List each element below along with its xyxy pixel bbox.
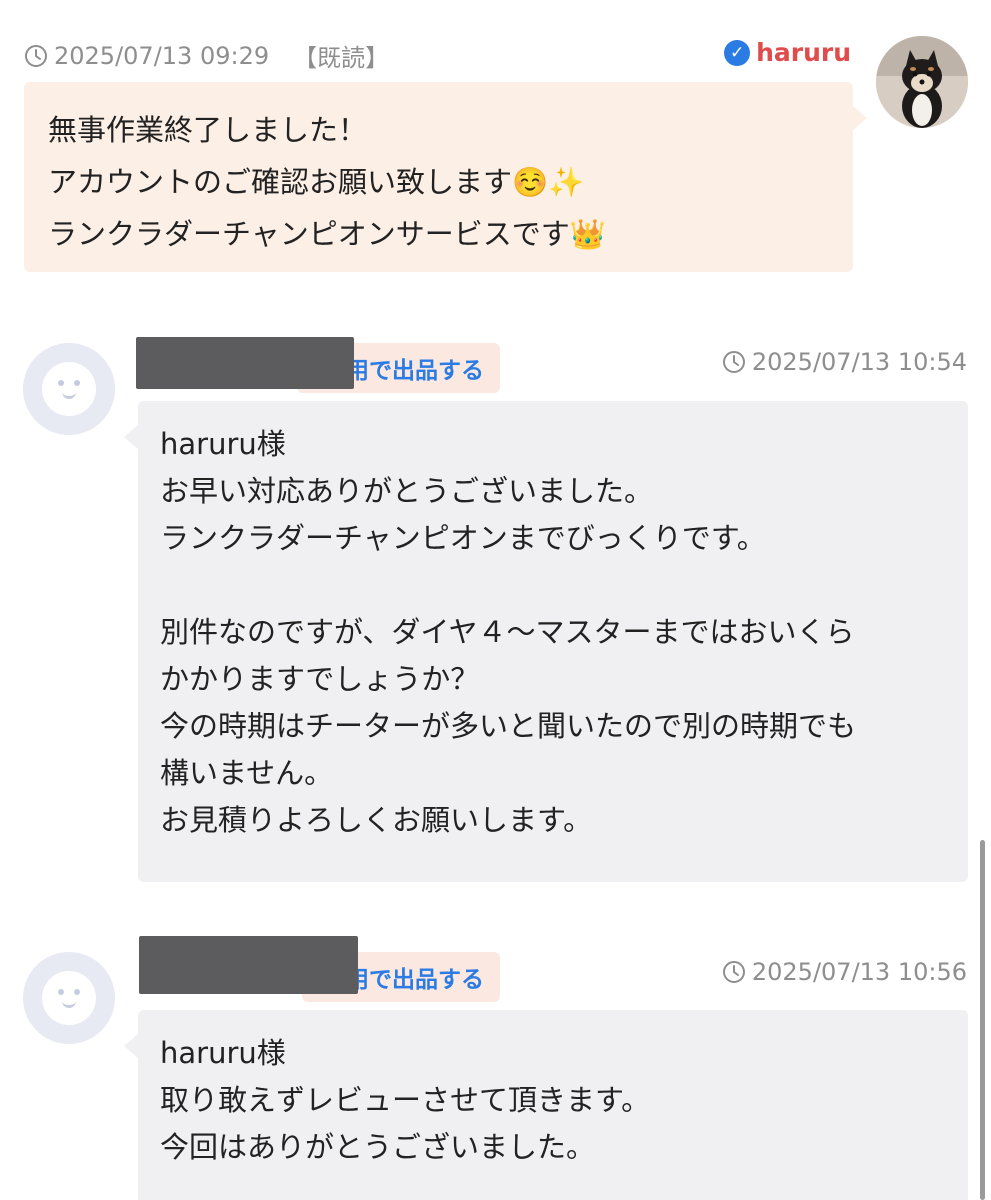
message-bubble: haruru様 取り敢えずレビューさせて頂きます。 今回はありがとうございました… xyxy=(124,1010,968,1200)
message-line: ランクラダーチャンピオンまでびっくりです。 xyxy=(160,521,766,555)
message-line: 無事作業終了しました！ xyxy=(48,113,368,147)
default-avatar-icon xyxy=(42,362,96,416)
clock-icon xyxy=(722,961,745,983)
avatar[interactable] xyxy=(876,36,968,128)
message-meta: 2025/07/13 09:29 【既読】 xyxy=(24,38,389,73)
message-timestamp: 2025/07/13 10:54 xyxy=(751,348,967,376)
default-avatar-icon xyxy=(42,971,96,1025)
message-timestamp: 2025/07/13 09:29 xyxy=(54,41,270,70)
message-line: 今の時期はチーターが多いと聞いたので別の時期でも xyxy=(160,709,857,743)
clock-icon xyxy=(722,351,745,373)
message-bubble: haruru様 お早い対応ありがとうございました。 ランクラダーチャンピオンまで… xyxy=(124,401,968,882)
redacted-username xyxy=(139,936,358,994)
avatar[interactable] xyxy=(23,343,115,435)
message-line: アカウントのご確認お願い致します☺️✨ xyxy=(48,165,585,199)
message-line: haruru様 xyxy=(160,427,286,461)
read-status: 【既読】 xyxy=(293,44,390,72)
shiba-dog-photo xyxy=(876,36,968,128)
message-line: 別件なのですが、ダイヤ４〜マスターまではおいくら xyxy=(160,615,855,649)
message-line: haruru様 xyxy=(160,1036,286,1070)
message-meta: 2025/07/13 10:54 xyxy=(722,348,967,376)
message-line xyxy=(160,562,946,609)
redacted-username xyxy=(136,337,354,389)
message-line: お見積りよろしくお願いします。 xyxy=(160,803,593,837)
clock-icon xyxy=(25,44,47,67)
message-line: かかりますでしょうか？ xyxy=(160,662,480,696)
message-line: ランクラダーチャンピオンサービスです👑 xyxy=(48,217,606,251)
message-line: 今回はありがとうございました。 xyxy=(160,1130,596,1164)
message-meta: 2025/07/13 10:56 xyxy=(722,958,967,986)
verified-check-icon: ✓ xyxy=(724,39,751,66)
message-bubble: 無事作業終了しました！ アカウントのご確認お願い致します☺️✨ ランクラダーチャ… xyxy=(24,82,867,272)
username: haruru xyxy=(756,38,851,67)
scrollbar[interactable] xyxy=(980,840,985,1200)
avatar[interactable] xyxy=(23,952,115,1044)
message-line: 構いません。 xyxy=(160,756,334,790)
message-timestamp: 2025/07/13 10:56 xyxy=(751,958,967,986)
message-line: お早い対応ありがとうございました。 xyxy=(160,474,654,508)
message-line: 取り敢えずレビューさせて頂きます。 xyxy=(160,1083,651,1117)
sender-name[interactable]: ✓ haruru xyxy=(724,38,851,67)
